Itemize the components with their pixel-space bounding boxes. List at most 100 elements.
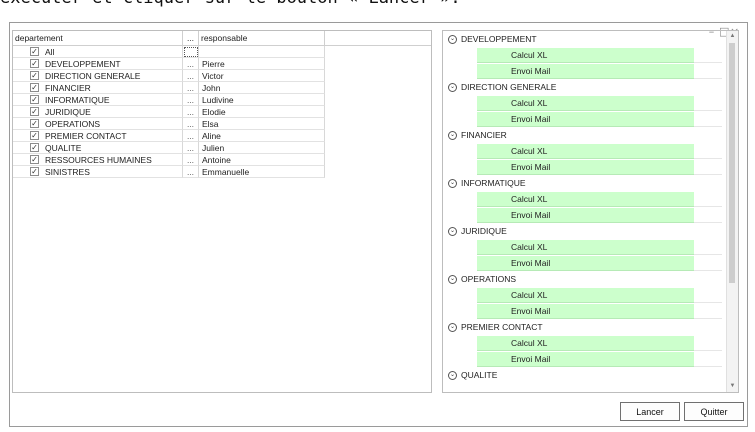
table-row[interactable]: ✓ DEVELOPPEMENT... Pierre — [13, 58, 325, 70]
tree-action-item[interactable]: Envoi Mail — [477, 352, 694, 367]
ellipsis-button[interactable]: ... — [183, 166, 199, 178]
tree-action-item[interactable]: Envoi Mail — [477, 256, 694, 271]
lancer-button[interactable]: Lancer — [620, 402, 680, 421]
responsable-cell[interactable]: John — [199, 82, 325, 94]
table-row[interactable]: ✓ RESSOURCES HUMAINES... Antoine — [13, 154, 325, 166]
row-checkbox[interactable]: ✓ — [30, 71, 39, 80]
scroll-up-icon[interactable]: ▲ — [728, 32, 737, 41]
tree-group-developpement[interactable]: ⌄ DEVELOPPEMENT — [443, 32, 723, 47]
tree-action-item[interactable]: Calcul XL — [477, 336, 694, 351]
tree-action-item[interactable]: Envoi Mail — [477, 64, 694, 79]
table-row[interactable]: ✓ All — [13, 46, 325, 58]
table-row[interactable]: ✓ JURIDIQUE... Elodie — [13, 106, 325, 118]
scroll-thumb[interactable] — [729, 43, 735, 283]
collapse-icon[interactable]: ⌄ — [448, 35, 457, 44]
row-checkbox[interactable]: ✓ — [30, 155, 39, 164]
ellipsis-button[interactable]: ... — [183, 118, 199, 130]
row-checkbox[interactable]: ✓ — [30, 59, 39, 68]
ellipsis-button[interactable]: ... — [183, 142, 199, 154]
departement-cell: ✓ FINANCIER — [13, 82, 183, 94]
tree-action-item[interactable]: Calcul XL — [477, 288, 694, 303]
tree-action-spacer — [694, 208, 722, 223]
departement-cell: ✓ PREMIER CONTACT — [13, 130, 183, 142]
collapse-icon[interactable]: ⌄ — [448, 275, 457, 284]
departement-cell: ✓ OPERATIONS — [13, 118, 183, 130]
departement-label: FINANCIER — [45, 83, 91, 93]
column-header-ellipsis[interactable]: ... — [183, 31, 199, 45]
scroll-down-icon[interactable]: ▼ — [728, 382, 737, 391]
table-row[interactable]: ✓ PREMIER CONTACT... Aline — [13, 130, 325, 142]
row-checkbox[interactable]: ✓ — [30, 95, 39, 104]
tree-action-spacer — [694, 288, 722, 303]
tree-action-item[interactable]: Calcul XL — [477, 144, 694, 159]
table-row[interactable]: ✓ SINISTRES... Emmanuelle — [13, 166, 325, 178]
responsable-cell[interactable]: Pierre — [199, 58, 325, 70]
departement-cell: ✓ QUALITE — [13, 142, 183, 154]
table-row[interactable]: ✓ INFORMATIQUE... Ludivine — [13, 94, 325, 106]
departement-label: DIRECTION GENERALE — [45, 71, 141, 81]
tree-scrollbar[interactable]: ▲ ▼ — [726, 31, 738, 392]
row-checkbox[interactable]: ✓ — [30, 143, 39, 152]
departement-label: SINISTRES — [45, 167, 90, 177]
responsable-cell[interactable]: Aline — [199, 130, 325, 142]
ellipsis-button[interactable]: ... — [183, 106, 199, 118]
column-header-departement[interactable]: departement — [13, 31, 183, 45]
tree-action-spacer — [694, 48, 722, 63]
ellipsis-button[interactable] — [183, 46, 199, 58]
responsable-cell[interactable]: Antoine — [199, 154, 325, 166]
responsable-cell[interactable]: Julien — [199, 142, 325, 154]
tree-action-item[interactable]: Envoi Mail — [477, 160, 694, 175]
responsable-cell[interactable]: Ludivine — [199, 94, 325, 106]
responsable-cell[interactable]: Elsa — [199, 118, 325, 130]
tree-group-financier[interactable]: ⌄ FINANCIER — [443, 128, 723, 143]
collapse-icon[interactable]: ⌄ — [448, 371, 457, 380]
collapse-icon[interactable]: ⌄ — [448, 131, 457, 140]
collapse-icon[interactable]: ⌄ — [448, 179, 457, 188]
quitter-button[interactable]: Quitter — [684, 402, 744, 421]
tree-group-qualite[interactable]: ⌄ QUALITE — [443, 368, 723, 383]
table-row[interactable]: ✓ DIRECTION GENERALE... Victor — [13, 70, 325, 82]
instruction-caption: exécuter et cliquer sur le bouton « Lanc… — [0, 0, 461, 8]
ellipsis-button[interactable]: ... — [183, 154, 199, 166]
tree-group-direction-generale[interactable]: ⌄ DIRECTION GENERALE — [443, 80, 723, 95]
tree-action-spacer — [694, 160, 722, 175]
tree-action-item[interactable]: Calcul XL — [477, 96, 694, 111]
table-row[interactable]: ✓ FINANCIER... John — [13, 82, 325, 94]
ellipsis-button[interactable]: ... — [183, 70, 199, 82]
row-checkbox[interactable]: ✓ — [30, 119, 39, 128]
ellipsis-button[interactable]: ... — [183, 94, 199, 106]
tree-action-item[interactable]: Envoi Mail — [477, 208, 694, 223]
collapse-icon[interactable]: ⌄ — [448, 227, 457, 236]
responsable-cell[interactable]: Elodie — [199, 106, 325, 118]
tree-action-item[interactable]: Calcul XL — [477, 48, 694, 63]
responsable-cell[interactable]: Emmanuelle — [199, 166, 325, 178]
tree-group-informatique[interactable]: ⌄ INFORMATIQUE — [443, 176, 723, 191]
tree-action-item[interactable]: Calcul XL — [477, 192, 694, 207]
tree-group-juridique[interactable]: ⌄ JURIDIQUE — [443, 224, 723, 239]
row-checkbox[interactable]: ✓ — [30, 47, 39, 56]
row-checkbox[interactable]: ✓ — [30, 83, 39, 92]
row-checkbox[interactable]: ✓ — [30, 107, 39, 116]
table-row[interactable]: ✓ QUALITE... Julien — [13, 142, 325, 154]
tree-group-premier-contact[interactable]: ⌄ PREMIER CONTACT — [443, 320, 723, 335]
ellipsis-button[interactable]: ... — [183, 58, 199, 70]
tree-action-item[interactable]: Envoi Mail — [477, 304, 694, 319]
table-row[interactable]: ✓ OPERATIONS... Elsa — [13, 118, 325, 130]
responsable-cell[interactable]: Victor — [199, 70, 325, 82]
departement-label: RESSOURCES HUMAINES — [45, 155, 152, 165]
departement-label: OPERATIONS — [45, 119, 101, 129]
row-checkbox[interactable]: ✓ — [30, 131, 39, 140]
tree-action-item[interactable]: Envoi Mail — [477, 112, 694, 127]
tree-action-spacer — [694, 192, 722, 207]
collapse-icon[interactable]: ⌄ — [448, 83, 457, 92]
departement-cell: ✓ DIRECTION GENERALE — [13, 70, 183, 82]
row-checkbox[interactable]: ✓ — [30, 167, 39, 176]
responsable-cell[interactable] — [199, 46, 325, 58]
ellipsis-button[interactable]: ... — [183, 130, 199, 142]
collapse-icon[interactable]: ⌄ — [448, 323, 457, 332]
tree-action-item[interactable]: Calcul XL — [477, 240, 694, 255]
departement-label: PREMIER CONTACT — [45, 131, 127, 141]
ellipsis-button[interactable]: ... — [183, 82, 199, 94]
tree-group-operations[interactable]: ⌄ OPERATIONS — [443, 272, 723, 287]
column-header-responsable[interactable]: responsable — [199, 31, 325, 45]
